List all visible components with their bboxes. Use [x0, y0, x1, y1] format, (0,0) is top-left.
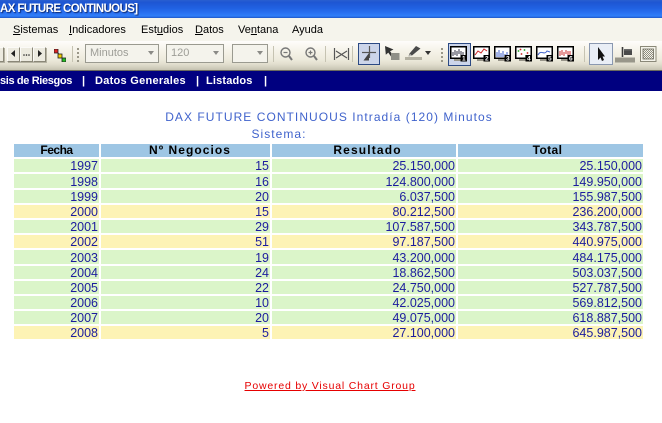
svg-text:2: 2	[485, 56, 489, 63]
svg-text:5: 5	[548, 56, 552, 63]
svg-text:6: 6	[569, 56, 573, 63]
svg-text:3: 3	[506, 56, 510, 63]
svg-text:1: 1	[462, 56, 466, 63]
svg-text:4: 4	[527, 56, 531, 63]
